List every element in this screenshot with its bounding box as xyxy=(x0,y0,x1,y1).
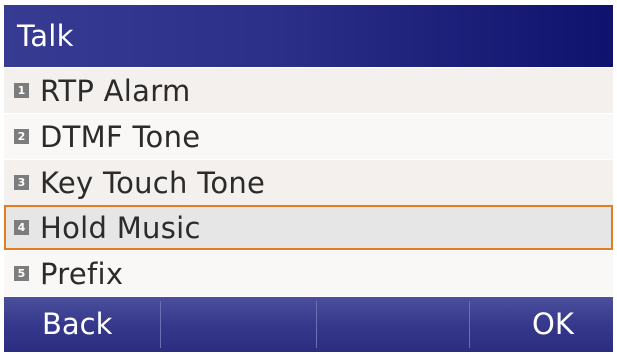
menu-item-label: Key Touch Tone xyxy=(40,166,266,200)
menu-item-label: DTMF Tone xyxy=(40,120,201,154)
menu-item-prefix[interactable]: 5 Prefix xyxy=(4,251,613,296)
screen-title: Talk xyxy=(17,19,74,53)
softkey-bar: Back OK xyxy=(4,297,613,352)
menu-item-hold-music[interactable]: 4 Hold Music xyxy=(4,205,613,250)
softkey-2[interactable] xyxy=(161,297,316,352)
title-bar: Talk xyxy=(4,5,613,67)
back-softkey[interactable]: Back xyxy=(4,297,156,352)
phone-display: Talk 1 RTP Alarm 2 DTMF Tone 3 Key Touch… xyxy=(0,0,617,354)
menu-item-key-touch-tone[interactable]: 3 Key Touch Tone xyxy=(4,160,613,205)
number-badge-2: 2 xyxy=(14,129,29,144)
number-badge-1: 1 xyxy=(14,83,29,98)
menu-item-rtp-alarm[interactable]: 1 RTP Alarm xyxy=(4,68,613,113)
menu-item-label: Hold Music xyxy=(40,211,201,245)
menu-item-label: RTP Alarm xyxy=(40,74,191,108)
number-badge-3: 3 xyxy=(14,175,29,190)
softkey-3[interactable] xyxy=(317,297,469,352)
number-badge-4: 4 xyxy=(14,220,29,235)
menu-item-label: Prefix xyxy=(40,257,124,291)
menu-item-dtmf-tone[interactable]: 2 DTMF Tone xyxy=(4,114,613,159)
ok-softkey[interactable]: OK xyxy=(470,297,613,352)
number-badge-5: 5 xyxy=(14,266,29,281)
